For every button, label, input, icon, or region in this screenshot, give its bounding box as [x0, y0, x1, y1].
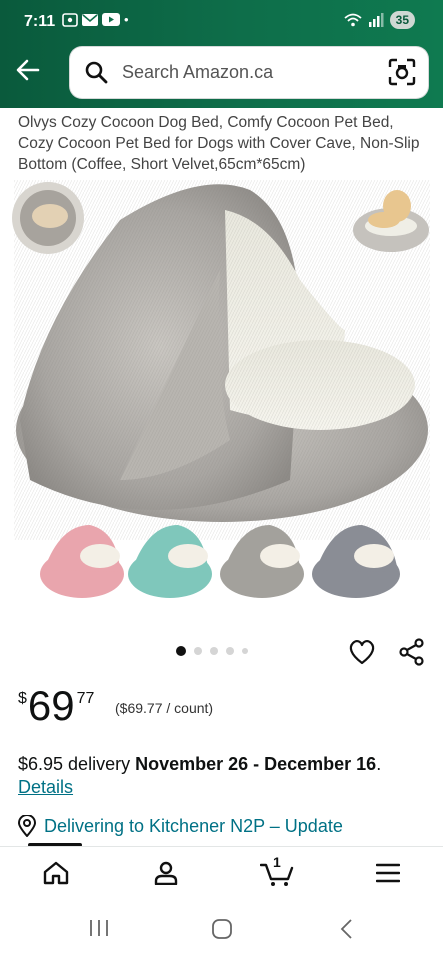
thumbnail-dog-sleeping[interactable]	[12, 182, 84, 254]
delivery-suffix: .	[376, 754, 382, 774]
status-dot: •	[124, 12, 129, 27]
price-currency: $	[18, 690, 27, 707]
price-dollars: 69	[27, 682, 75, 729]
cart-count: 1	[273, 854, 281, 870]
youtube-icon	[102, 13, 120, 26]
wifi-icon	[344, 13, 362, 27]
search-icon	[85, 61, 108, 84]
location-pin-icon	[18, 815, 36, 837]
product-main-image[interactable]	[0, 180, 443, 620]
delivery-info: $6.95 delivery November 26 - December 16…	[18, 752, 428, 776]
account-icon	[154, 861, 178, 885]
gallery-dot[interactable]	[176, 646, 186, 656]
nav-account[interactable]	[146, 857, 186, 889]
status-time: 7:11	[24, 13, 56, 30]
delivery-location-text[interactable]: Delivering to Kitchener N2P – Update	[44, 816, 343, 837]
price: $ 69 77	[18, 684, 94, 728]
delivery-dates: November 26 - December 16	[135, 754, 377, 774]
bottom-nav: 1	[0, 846, 443, 898]
delivery-location[interactable]: Delivering to Kitchener N2P – Update	[18, 815, 343, 837]
status-notification-icons: •	[62, 12, 129, 27]
share-icon[interactable]	[398, 638, 426, 666]
price-cents: 77	[76, 690, 95, 707]
nav-home[interactable]	[36, 857, 76, 889]
gallery-pagination[interactable]	[176, 646, 248, 656]
recent-apps-icon[interactable]	[88, 918, 110, 938]
system-navigation-bar	[0, 898, 443, 960]
delivery-cost: $6.95 delivery	[18, 754, 136, 774]
battery-indicator: 35	[389, 11, 415, 29]
gallery-dot[interactable]	[210, 647, 218, 655]
details-link[interactable]: Details	[18, 777, 73, 798]
back-arrow-icon[interactable]	[14, 56, 42, 84]
product-title[interactable]: Olvys Cozy Cocoon Dog Bed, Comfy Cocoon …	[18, 112, 428, 175]
back-button-icon[interactable]	[338, 918, 354, 940]
home-icon	[43, 861, 69, 885]
camera-scan-icon[interactable]	[388, 58, 416, 86]
search-input[interactable]: Search Amazon.ca	[122, 62, 273, 83]
unit-price: ($69.77 / count)	[115, 700, 214, 716]
signal-icon	[368, 13, 384, 27]
gallery-dot[interactable]	[194, 647, 202, 655]
screenshot-icon	[62, 12, 78, 27]
product-image-gallery[interactable]	[0, 180, 443, 620]
status-bar: 7:11 • 35	[0, 0, 443, 40]
gallery-dot[interactable]	[226, 647, 234, 655]
nav-cart[interactable]: 1	[256, 854, 300, 889]
status-right: 35	[344, 11, 415, 29]
gallery-dot[interactable]	[242, 648, 248, 654]
menu-icon	[376, 863, 400, 883]
app-header: 7:11 • 35 Search Amazon.ca	[0, 0, 443, 108]
home-button-icon[interactable]	[211, 918, 233, 940]
heart-icon[interactable]	[348, 638, 376, 666]
nav-menu[interactable]	[368, 857, 408, 889]
search-bar[interactable]: Search Amazon.ca	[70, 47, 428, 98]
mail-icon	[82, 13, 98, 26]
